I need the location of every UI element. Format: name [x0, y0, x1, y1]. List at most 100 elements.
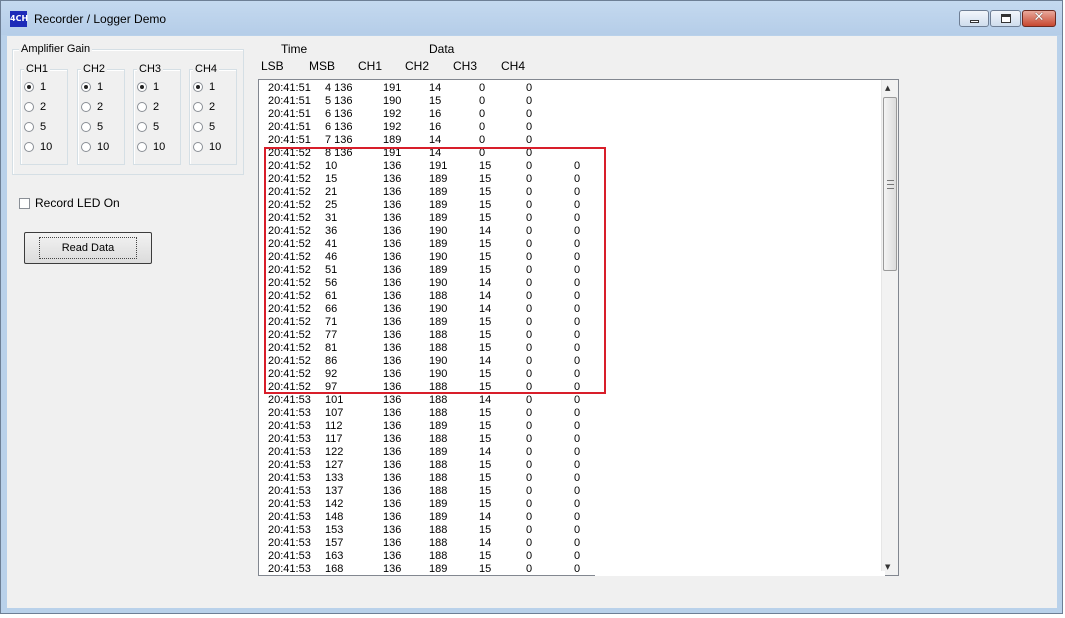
radio-label: 1 — [97, 81, 104, 93]
gain-radio-ch2-2[interactable]: 2 — [81, 100, 103, 114]
gain-radio-ch4-1[interactable]: 1 — [193, 80, 215, 94]
radio-label: 2 — [153, 101, 160, 113]
cell: 20:41:51 — [268, 82, 311, 94]
radio-icon[interactable] — [193, 102, 203, 112]
cell: 142 — [325, 498, 344, 510]
cell: 122 — [325, 446, 344, 458]
cell: 0 — [526, 550, 533, 562]
cell: 189 — [429, 511, 448, 523]
cell: 0 — [574, 446, 581, 458]
close-button[interactable]: ✕ — [1022, 10, 1056, 27]
radio-icon[interactable] — [24, 122, 34, 132]
radio-icon[interactable] — [193, 82, 203, 92]
radio-label: 5 — [40, 121, 47, 133]
title-bar[interactable]: 4CH Recorder / Logger Demo ✕ — [1, 1, 1062, 35]
cell: 15 — [429, 95, 442, 107]
gain-radio-ch3-5[interactable]: 5 — [137, 120, 159, 134]
radio-icon[interactable] — [193, 122, 203, 132]
cell: 15 — [479, 433, 492, 445]
radio-icon[interactable] — [24, 142, 34, 152]
radio-icon[interactable] — [137, 102, 147, 112]
radio-icon[interactable] — [81, 122, 91, 132]
gain-radio-ch1-5[interactable]: 5 — [24, 120, 46, 134]
cell: 0 — [526, 134, 533, 146]
radio-icon[interactable] — [137, 142, 147, 152]
radio-icon[interactable] — [24, 102, 34, 112]
cell: 191 — [383, 82, 402, 94]
gain-radio-ch1-1[interactable]: 1 — [24, 80, 46, 94]
cell: 117 — [325, 433, 343, 445]
gain-radio-ch3-2[interactable]: 2 — [137, 100, 159, 114]
read-data-button[interactable]: Read Data — [24, 232, 152, 264]
radio-icon[interactable] — [193, 142, 203, 152]
window-title: Recorder / Logger Demo — [34, 12, 167, 26]
cell: 0 — [526, 537, 533, 549]
cell: 189 — [429, 446, 448, 458]
cell: 14 — [479, 446, 492, 458]
cell: 0 — [574, 524, 581, 536]
radio-icon[interactable] — [81, 142, 91, 152]
cell: 137 — [325, 485, 344, 497]
record-led-checkbox[interactable] — [19, 198, 30, 209]
cell: 16 — [429, 108, 442, 120]
gain-radio-ch2-1[interactable]: 1 — [81, 80, 103, 94]
cell: 20:41:53 — [268, 524, 311, 536]
cell: 0 — [526, 459, 533, 471]
cell: 6 136 — [325, 108, 353, 120]
gain-radio-ch1-10[interactable]: 10 — [24, 140, 52, 154]
gain-radio-ch4-5[interactable]: 5 — [193, 120, 215, 134]
cell: 20:41:53 — [268, 485, 311, 497]
gain-radio-ch4-2[interactable]: 2 — [193, 100, 215, 114]
scroll-thumb[interactable] — [883, 97, 897, 271]
radio-icon[interactable] — [81, 102, 91, 112]
cell: 0 — [526, 511, 533, 523]
cell: 20:41:53 — [268, 394, 311, 406]
highlight-box — [264, 147, 606, 394]
cell: 0 — [574, 563, 581, 575]
cell: 14 — [479, 511, 492, 523]
cell: 192 — [383, 121, 402, 133]
cell: 0 — [479, 121, 486, 133]
cell: 0 — [479, 82, 486, 94]
gain-radio-ch4-10[interactable]: 10 — [193, 140, 221, 154]
gain-radio-ch3-1[interactable]: 1 — [137, 80, 159, 94]
radio-icon[interactable] — [24, 82, 34, 92]
cell: 15 — [479, 498, 492, 510]
cell: 0 — [574, 550, 581, 562]
radio-icon[interactable] — [81, 82, 91, 92]
cell: 136 — [383, 511, 402, 523]
cell: 0 — [526, 95, 533, 107]
gain-radio-ch1-2[interactable]: 2 — [24, 100, 46, 114]
cell: 133 — [325, 472, 344, 484]
close-icon: ✕ — [1033, 10, 1045, 25]
cell: 136 — [383, 394, 402, 406]
cell: 0 — [526, 121, 533, 133]
cell: 136 — [383, 407, 402, 419]
gain-radio-ch2-5[interactable]: 5 — [81, 120, 103, 134]
scroll-down-icon[interactable]: ▼ — [885, 563, 890, 571]
gain-radio-ch2-10[interactable]: 10 — [81, 140, 109, 154]
minimize-icon — [970, 20, 979, 23]
read-data-label: Read Data — [38, 237, 138, 259]
minimize-button[interactable] — [959, 10, 989, 27]
maximize-button[interactable] — [990, 10, 1021, 27]
cell: 6 136 — [325, 121, 353, 133]
radio-label: 2 — [40, 101, 47, 113]
radio-label: 5 — [209, 121, 216, 133]
cell: 136 — [383, 498, 402, 510]
radio-icon[interactable] — [137, 122, 147, 132]
list-cover — [595, 571, 885, 576]
app-icon: 4CH — [10, 11, 28, 27]
record-led-label: Record LED On — [35, 196, 120, 210]
cell: 15 — [479, 407, 492, 419]
cell: 188 — [429, 394, 448, 406]
gain-group-title: CH3 — [137, 63, 164, 75]
client-area: Amplifier Gain CH1 1 2 5 10 CH2 1 2 5 10 CH3 1 2 5 10 C… — [7, 36, 1057, 608]
radio-icon[interactable] — [137, 82, 147, 92]
gain-radio-ch3-10[interactable]: 10 — [137, 140, 165, 154]
cell: 0 — [526, 485, 533, 497]
scroll-up-icon[interactable]: ▲ — [885, 84, 890, 92]
vertical-scrollbar[interactable]: ▲ ▼ — [881, 80, 898, 575]
cell: 136 — [383, 563, 402, 575]
cell: 0 — [574, 498, 581, 510]
